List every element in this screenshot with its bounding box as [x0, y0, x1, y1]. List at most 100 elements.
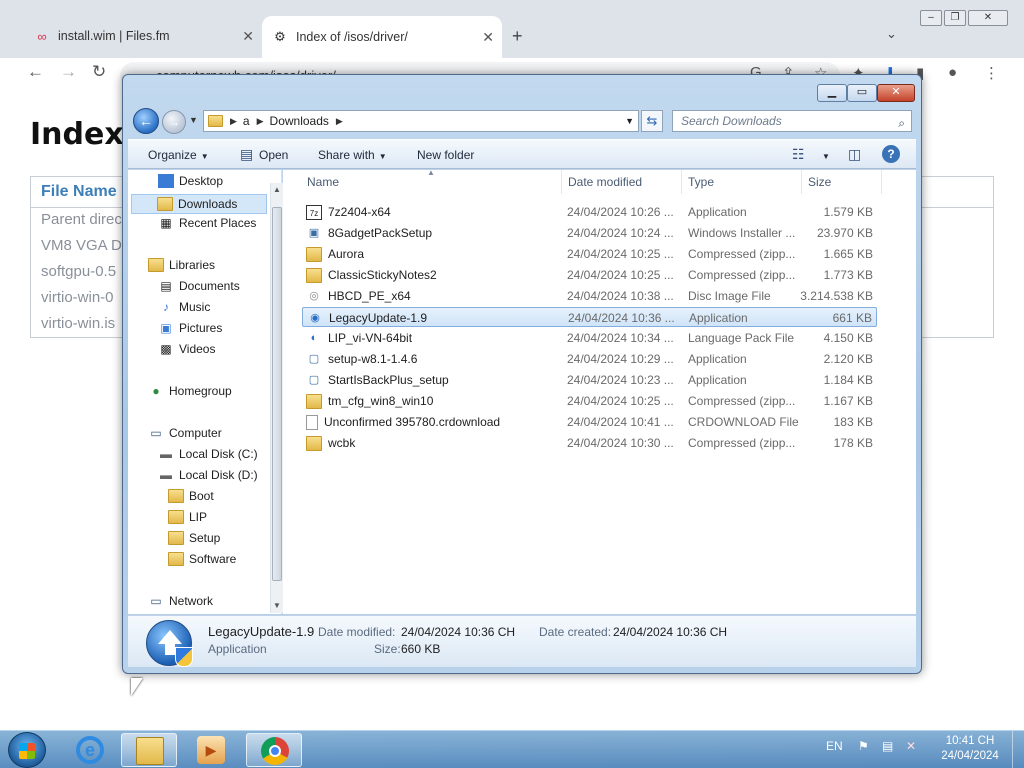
file-row[interactable]: wcbk 24/04/2024 10:30 ... Compressed (zi… [302, 433, 877, 453]
view-dropdown-icon[interactable]: ▼ [818, 148, 830, 162]
file-row[interactable]: Unconfirmed 395780.crdownload 24/04/2024… [302, 412, 877, 432]
file-row[interactable]: ◐ LIP_vi-VN-64bit 24/04/2024 10:34 ... La… [302, 328, 877, 348]
taskbar-internet-explorer[interactable]: e [62, 733, 118, 767]
listing-link[interactable]: VM8 VGA D [41, 237, 122, 254]
address-dropdown-icon[interactable]: ▼ [625, 116, 634, 126]
nav-local-disk-d[interactable]: ▬ Local Disk (D:) [158, 468, 258, 482]
action-center-flag-icon[interactable]: ⚑ [858, 739, 869, 753]
close-button[interactable]: ✕ [968, 10, 1008, 26]
back-button[interactable]: ← [133, 108, 159, 134]
nav-desktop[interactable]: Desktop [158, 174, 223, 188]
nav-folder-lip[interactable]: LIP [168, 510, 207, 524]
file-row[interactable]: ▢ setup-w8.1-1.4.6 24/04/2024 10:29 ... A… [302, 349, 877, 369]
file-size: 661 KB [832, 311, 872, 325]
menu-kebab-icon[interactable]: ⋮ [984, 64, 999, 82]
listing-link[interactable]: Parent direc [41, 211, 122, 228]
nav-recent-places[interactable]: ▦ Recent Places [158, 216, 256, 230]
forward-button[interactable]: → [162, 110, 186, 134]
nav-computer[interactable]: ▭ Computer [148, 426, 221, 440]
listing-link[interactable]: virtio-win-0 [41, 289, 114, 306]
profile-avatar-icon[interactable]: ● [948, 64, 957, 81]
nav-documents[interactable]: ▤ Documents [158, 279, 239, 293]
preview-pane-icon[interactable]: ◫ [848, 146, 861, 163]
nav-network[interactable]: ▭ Network [148, 594, 213, 608]
nav-homegroup[interactable]: ● Homegroup [148, 384, 231, 398]
show-desktop-button[interactable] [1012, 731, 1024, 768]
new-tab-icon[interactable]: + [512, 26, 523, 47]
nav-folder-boot[interactable]: Boot [168, 489, 214, 503]
close-tab-icon[interactable]: ✕ [482, 29, 494, 46]
nav-videos[interactable]: ▩ Videos [158, 342, 215, 356]
tab-index-of-isos[interactable]: ⚙ Index of /isos/driver/ ✕ [262, 16, 502, 58]
network-tray-icon[interactable]: ▤ [882, 739, 893, 753]
scroll-up-icon[interactable]: ▲ [273, 185, 281, 194]
column-type[interactable]: Type [682, 170, 802, 194]
detail-file-name: LegacyUpdate-1.9 [208, 624, 315, 639]
explorer-maximize-button[interactable]: ▭ [847, 84, 877, 102]
reload-icon[interactable]: ↻ [92, 62, 106, 82]
tab-install-wim[interactable]: ∞ install.wim | Files.fm ✕ [24, 22, 262, 50]
system-clock[interactable]: 10:41 CH 24/04/2024 [940, 734, 1000, 764]
open-button[interactable]: Open [259, 148, 288, 162]
nav-label: Local Disk (C:) [179, 447, 258, 461]
file-row[interactable]: Aurora 24/04/2024 10:25 ... Compressed (… [302, 244, 877, 264]
organize-label: Organize [148, 148, 197, 162]
start-button[interactable] [8, 732, 46, 768]
navigation-scrollbar[interactable]: ▲ ▼ [270, 183, 283, 613]
nav-pictures[interactable]: ▣ Pictures [158, 321, 222, 335]
chevron-down-icon[interactable]: ⌄ [886, 26, 897, 42]
scroll-down-icon[interactable]: ▼ [273, 601, 281, 610]
view-options-icon[interactable]: ☷ [792, 146, 805, 163]
search-placeholder: Search Downloads [681, 114, 782, 128]
breadcrumb-arrow-icon[interactable]: ▶ [257, 116, 264, 127]
nav-local-disk-c[interactable]: ▬ Local Disk (C:) [158, 447, 258, 461]
breadcrumb-arrow-icon[interactable]: ▶ [230, 116, 237, 127]
explorer-minimize-button[interactable]: ▁ [817, 84, 847, 102]
back-icon[interactable]: ← [27, 62, 44, 82]
installer-icon: ▣ [308, 226, 320, 239]
explorer-close-button[interactable]: ✕ [877, 84, 915, 102]
navigation-pane: Desktop Downloads ▦ Recent Places Librari… [128, 170, 282, 614]
nav-libraries[interactable]: Libraries [148, 258, 215, 272]
refresh-button[interactable]: ⇆ [641, 110, 663, 132]
file-row[interactable]: ◎ HBCD_PE_x64 24/04/2024 10:38 ... Disc I… [302, 286, 877, 306]
language-indicator[interactable]: EN [826, 739, 843, 753]
column-size[interactable]: Size [802, 170, 882, 194]
restore-button[interactable]: ❐ [944, 10, 966, 26]
taskbar-media-player[interactable]: ▶ [183, 733, 239, 767]
listing-link[interactable]: softgpu-0.5 [41, 263, 116, 280]
nav-music[interactable]: ♪ Music [158, 300, 210, 314]
breadcrumb-downloads[interactable]: Downloads [270, 114, 329, 128]
file-type: Language Pack File [688, 331, 795, 345]
file-row[interactable]: ▢ StartIsBackPlus_setup 24/04/2024 10:23 … [302, 370, 877, 390]
organize-button[interactable]: Organize ▼ [148, 148, 209, 162]
explorer-address-bar[interactable]: ▶ a ▶ Downloads ▶ ▼ [203, 110, 639, 132]
nav-folder-setup[interactable]: Setup [168, 531, 220, 545]
recent-pages-dropdown-icon[interactable]: ▼ [189, 115, 198, 125]
listing-link[interactable]: virtio-win.is [41, 315, 115, 332]
column-date-modified[interactable]: Date modified [562, 170, 682, 194]
volume-muted-icon[interactable]: ✕ [906, 739, 916, 753]
taskbar-chrome[interactable] [246, 733, 302, 767]
file-row[interactable]: tm_cfg_win8_win10 24/04/2024 10:25 ... C… [302, 391, 877, 411]
forward-icon[interactable]: → [60, 62, 77, 82]
close-tab-icon[interactable]: ✕ [242, 28, 254, 45]
file-row[interactable]: 7z 7z2404-x64 24/04/2024 10:26 ... Applic… [302, 202, 877, 222]
file-row[interactable]: ClassicStickyNotes2 24/04/2024 10:25 ...… [302, 265, 877, 285]
help-icon[interactable]: ? [882, 145, 900, 163]
nav-folder-software[interactable]: Software [168, 552, 236, 566]
breadcrumb-arrow-icon[interactable]: ▶ [336, 116, 343, 127]
file-date: 24/04/2024 10:38 ... [567, 289, 674, 303]
search-input[interactable]: Search Downloads ⌕ [672, 110, 912, 132]
minimize-button[interactable]: – [920, 10, 942, 26]
column-header-file-name[interactable]: File Name [41, 183, 117, 201]
windows-logo-icon [19, 743, 35, 759]
breadcrumb-a[interactable]: a [243, 114, 250, 128]
file-row[interactable]: ▣ 8GadgetPackSetup 24/04/2024 10:24 ... W… [302, 223, 877, 243]
taskbar-windows-explorer[interactable] [121, 733, 177, 767]
share-with-button[interactable]: Share with ▼ [318, 148, 387, 162]
file-row-selected[interactable]: ◉ LegacyUpdate-1.9 24/04/2024 10:36 ... A… [302, 307, 877, 327]
nav-downloads[interactable]: Downloads [131, 194, 267, 214]
scrollbar-thumb[interactable] [272, 207, 282, 581]
new-folder-button[interactable]: New folder [417, 148, 474, 162]
